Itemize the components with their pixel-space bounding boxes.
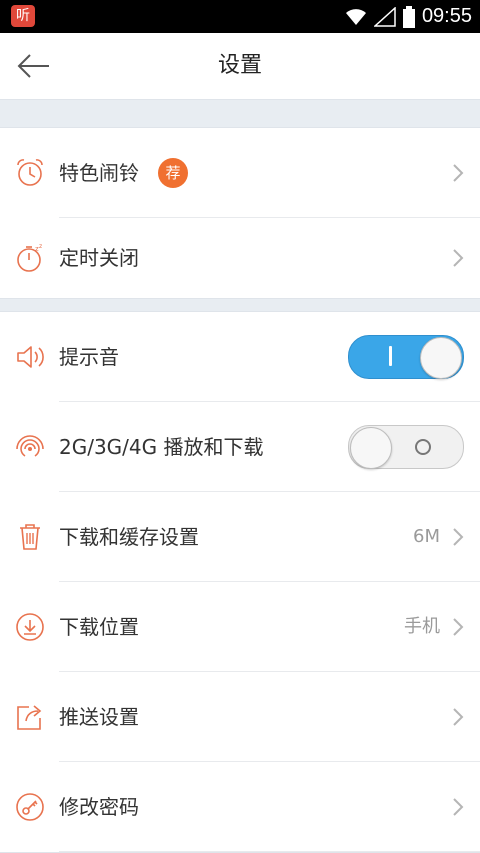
setting-label: 下载位置: [59, 615, 139, 639]
status-bar: 听 09:55: [0, 0, 480, 33]
chevron-right-icon: [453, 618, 464, 636]
setting-special-alarm[interactable]: 特色闹铃 荐: [0, 128, 480, 218]
setting-label: 特色闹铃: [59, 161, 139, 185]
recommend-badge: 荐: [158, 158, 188, 188]
page-title: 设置: [217, 53, 262, 78]
setting-label: 修改密码: [59, 795, 139, 819]
settings-group-1: 特色闹铃 荐 z z 定时关闭: [0, 127, 480, 299]
speaker-icon: [17, 346, 44, 368]
setting-prompt-sound: 提示音: [0, 312, 480, 402]
status-time: 09:55: [421, 5, 472, 27]
chevron-right-icon: [453, 249, 464, 267]
divider: [59, 851, 480, 852]
toggle-on-mark: [389, 346, 392, 366]
setting-download-cache[interactable]: 下载和缓存设置 6M: [0, 492, 480, 582]
chevron-right-icon: [453, 528, 464, 546]
section-gap: [0, 299, 480, 311]
signal-icon: [373, 6, 396, 27]
toggle-knob: [420, 337, 462, 379]
toggle-knob: [350, 427, 392, 469]
cache-size-value: 6M: [413, 526, 440, 547]
setting-mobile-data: 2G/3G/4G 播放和下载: [0, 402, 480, 492]
trash-icon: [20, 524, 40, 550]
sleep-timer-icon: z z: [17, 243, 42, 272]
chevron-right-icon: [453, 798, 464, 816]
setting-label: 下载和缓存设置: [59, 525, 199, 549]
settings-group-2: 提示音 2G/3G/4G 播放和下载 下载和缓存设置 6M 下载位置 手机 推送…: [0, 311, 480, 853]
push-share-icon: [17, 705, 42, 730]
setting-sleep-timer[interactable]: z z 定时关闭: [0, 218, 480, 298]
status-icons: 09:55: [344, 3, 472, 30]
wifi-icon: [345, 8, 366, 25]
setting-download-location[interactable]: 下载位置 手机: [0, 582, 480, 672]
battery-icon: [402, 5, 415, 28]
app-notification-icon: 听: [11, 5, 35, 27]
chevron-right-icon: [453, 164, 464, 182]
setting-label: 定时关闭: [59, 246, 139, 270]
toggle-off-mark: [415, 439, 431, 455]
mobile-data-toggle[interactable]: [348, 425, 464, 469]
svg-text:z: z: [39, 243, 42, 250]
title-bar: 设置: [0, 33, 480, 100]
key-icon: [16, 793, 44, 821]
chevron-right-icon: [453, 708, 464, 726]
download-location-value: 手机: [404, 616, 440, 637]
setting-change-password[interactable]: 修改密码: [0, 762, 480, 852]
setting-label: 提示音: [59, 345, 119, 369]
signal-waves-icon: [16, 435, 44, 457]
download-icon: [16, 613, 44, 641]
section-gap: [0, 100, 480, 127]
setting-push[interactable]: 推送设置: [0, 672, 480, 762]
prompt-sound-toggle[interactable]: [348, 335, 464, 379]
alarm-clock-icon: [17, 159, 43, 186]
setting-label: 推送设置: [59, 705, 139, 729]
setting-label: 2G/3G/4G 播放和下载: [59, 435, 264, 459]
